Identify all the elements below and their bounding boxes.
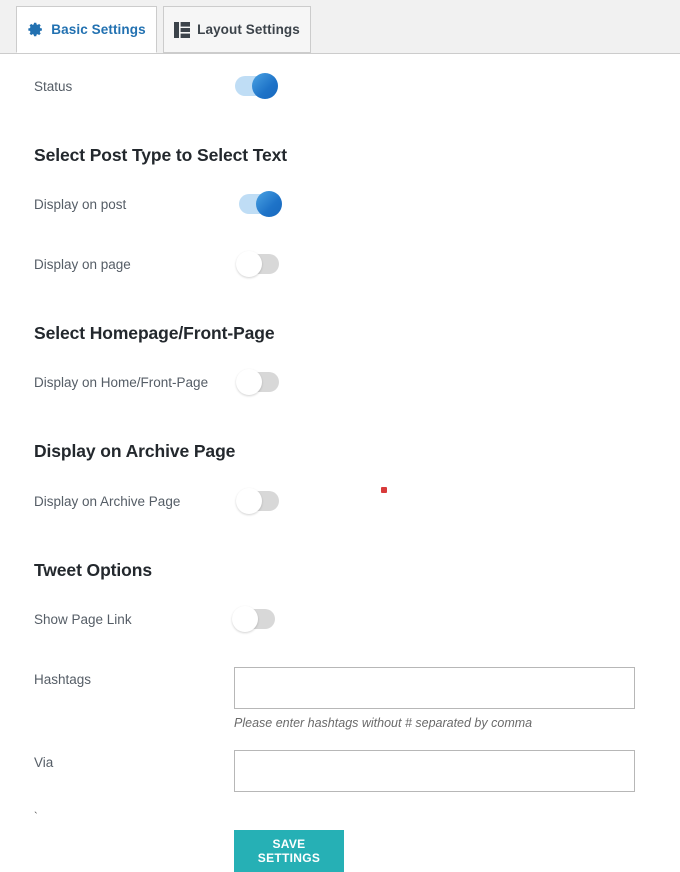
- hashtags-helper-text: Please enter hashtags without # separate…: [234, 716, 533, 730]
- display-on-archive-toggle[interactable]: [236, 488, 279, 514]
- display-on-page-toggle-knob: [236, 251, 262, 277]
- tab-layout-settings-label: Layout Settings: [197, 21, 300, 37]
- tab-basic-settings-label: Basic Settings: [51, 21, 146, 37]
- heading-archive: Display on Archive Page: [34, 441, 236, 461]
- row-display-on-post: Display on post: [0, 184, 680, 224]
- row-show-page-link: Show Page Link: [0, 599, 680, 639]
- row-display-on-archive: Display on Archive Page: [0, 481, 680, 521]
- display-on-post-label: Display on post: [34, 196, 127, 212]
- display-on-home-toggle-knob: [236, 369, 262, 395]
- show-page-link-toggle[interactable]: [232, 606, 275, 632]
- status-toggle[interactable]: [235, 73, 278, 99]
- settings-panel: Status Select Post Type to Select Text D…: [0, 54, 680, 872]
- row-display-on-page: Display on page: [0, 244, 680, 284]
- show-page-link-label: Show Page Link: [34, 611, 132, 627]
- display-on-post-toggle-knob: [256, 191, 282, 217]
- display-on-home-toggle[interactable]: [236, 369, 279, 395]
- show-page-link-toggle-knob: [232, 606, 258, 632]
- heading-post-type: Select Post Type to Select Text: [34, 145, 288, 165]
- row-status: Status: [0, 66, 680, 106]
- tab-basic-settings[interactable]: Basic Settings: [16, 6, 157, 53]
- gear-icon: [27, 21, 44, 38]
- display-on-page-label: Display on page: [34, 256, 131, 272]
- hashtags-input[interactable]: [234, 667, 635, 709]
- layout-grid-icon: [174, 21, 191, 38]
- display-on-home-label: Display on Home/Front-Page: [34, 374, 209, 390]
- display-on-archive-toggle-knob: [236, 488, 262, 514]
- display-on-page-toggle[interactable]: [236, 251, 279, 277]
- tab-strip: Basic Settings Layout Settings: [0, 6, 680, 54]
- hashtags-label: Hashtags: [34, 671, 92, 687]
- via-label: Via: [34, 754, 54, 770]
- tab-bar-background: Basic Settings Layout Settings: [0, 0, 680, 54]
- tab-layout-settings[interactable]: Layout Settings: [163, 6, 311, 53]
- row-display-on-home: Display on Home/Front-Page: [0, 362, 680, 402]
- display-on-archive-label: Display on Archive Page: [34, 493, 181, 509]
- heading-homepage: Select Homepage/Front-Page: [34, 323, 275, 343]
- status-label: Status: [34, 78, 73, 94]
- status-toggle-knob: [252, 73, 278, 99]
- cursor-marker-dot: [381, 487, 387, 493]
- via-input[interactable]: [234, 750, 635, 792]
- display-on-post-toggle[interactable]: [239, 191, 282, 217]
- heading-tweet-options: Tweet Options: [34, 560, 152, 580]
- stray-tick-mark: `: [34, 811, 38, 823]
- save-settings-button[interactable]: SAVE SETTINGS: [234, 830, 344, 872]
